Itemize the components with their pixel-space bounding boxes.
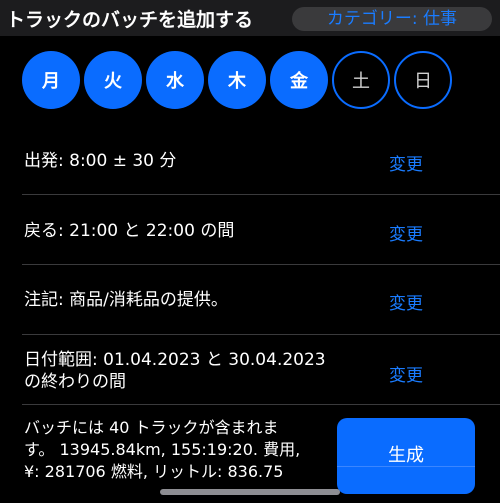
generate-button[interactable]: 生成	[337, 418, 475, 494]
batch-summary: バッチには 40 トラックが含まれま す。 13945.84km, 155:19…	[24, 417, 324, 483]
return-row: 戻る: 21:00 と 22:00 の間 変更	[22, 195, 500, 265]
home-indicator	[160, 489, 340, 495]
weekday-selector: 月 火 水 木 金 土 日	[22, 51, 452, 113]
date-range-row: 日付範囲: 01.04.2023 と 30.04.2023 の終わりの間 変更	[22, 335, 500, 405]
note-row: 注記: 商品/消耗品の提供。 変更	[22, 265, 500, 335]
weekday-thu[interactable]: 木	[208, 51, 266, 109]
date-range-line-2: の終わりの間	[24, 372, 126, 392]
departure-label: 出発: 8:00 ± 30 分	[24, 151, 177, 171]
note-label: 注記: 商品/消耗品の提供。	[24, 290, 228, 310]
weekday-mon[interactable]: 月	[22, 51, 80, 109]
weekday-sun[interactable]: 日	[394, 51, 452, 109]
date-range-label: 日付範囲: 01.04.2023 と 30.04.2023 の終わりの間	[24, 349, 326, 393]
batch-add-screen: トラックのバッチを追加する カテゴリー: 仕事 月 火 水 木 金 土 日 出発…	[0, 0, 500, 503]
return-label: 戻る: 21:00 と 22:00 の間	[24, 221, 235, 241]
page-title: トラックのバッチを追加する	[6, 9, 254, 31]
weekday-sat[interactable]: 土	[332, 51, 390, 109]
weekday-fri[interactable]: 金	[270, 51, 328, 109]
button-divider	[337, 466, 475, 467]
generate-button-label: 生成	[388, 445, 424, 466]
weekday-tue[interactable]: 火	[84, 51, 142, 109]
summary-line-2: す。 13945.84km, 155:19:20. 費用,	[24, 440, 301, 459]
date-range-line-1: 日付範囲: 01.04.2023 と 30.04.2023	[24, 350, 326, 370]
note-change-button[interactable]: 変更	[389, 289, 423, 314]
return-change-button[interactable]: 変更	[389, 220, 423, 245]
summary-line-3: ¥: 281706 燃料, リットル: 836.75	[24, 462, 284, 481]
header-bar: トラックのバッチを追加する カテゴリー: 仕事	[0, 0, 500, 36]
summary-line-1: バッチには 40 トラックが含まれま	[24, 418, 279, 437]
category-selector[interactable]: カテゴリー: 仕事	[292, 7, 492, 31]
departure-change-button[interactable]: 変更	[389, 150, 423, 175]
departure-row: 出発: 8:00 ± 30 分 変更	[22, 130, 500, 195]
date-range-change-button[interactable]: 変更	[389, 361, 423, 386]
weekday-wed[interactable]: 水	[146, 51, 204, 109]
